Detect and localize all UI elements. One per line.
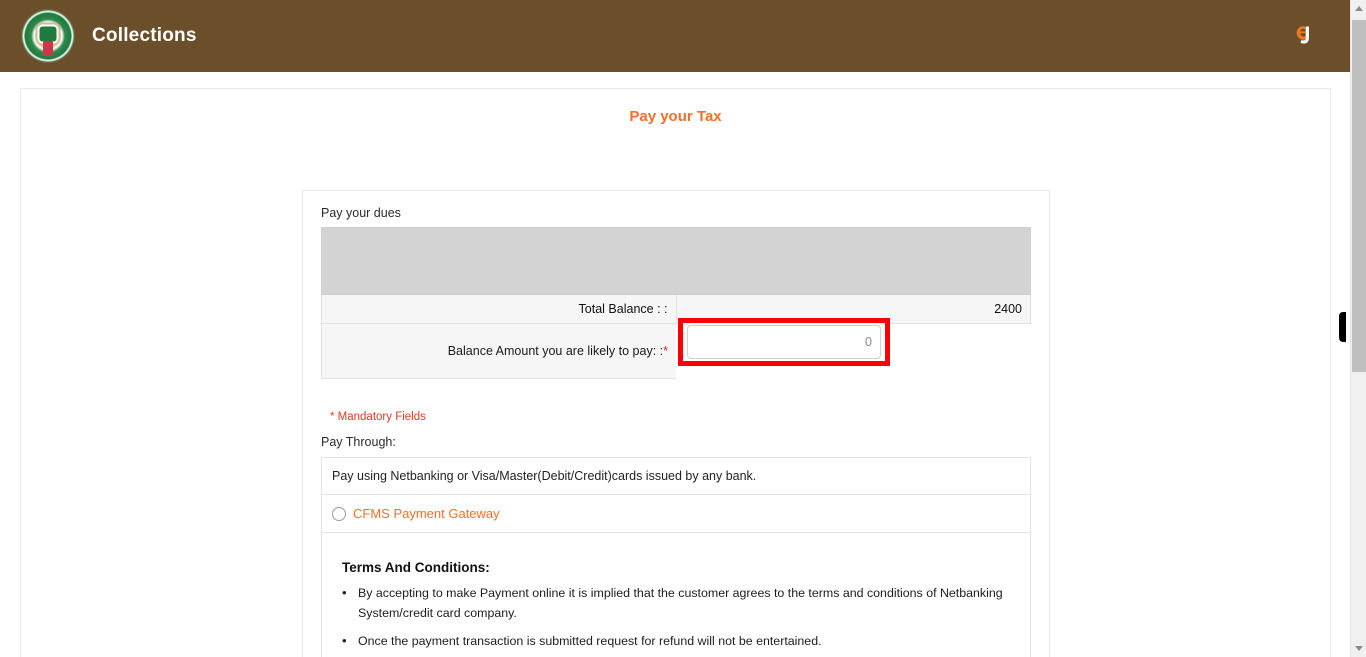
payment-gateway-table: Pay using Netbanking or Visa/Master(Debi… — [321, 457, 1031, 657]
edge-drawer-handle[interactable] — [1339, 312, 1346, 342]
cfms-payment-gateway-option[interactable]: CFMS Payment Gateway — [332, 506, 1020, 521]
mandatory-fields-note: * Mandatory Fields — [330, 411, 426, 423]
terms-row: Terms And Conditions: By accepting to ma… — [322, 533, 1031, 657]
balance-amount-input[interactable] — [687, 325, 881, 359]
andhra-pradesh-government-emblem-icon — [22, 10, 74, 62]
balance-amount-label-text: Balance Amount you are likely to pay: : — [447, 344, 664, 358]
emblem-base-shape — [43, 41, 53, 56]
terms-item: Once the payment transaction is submitte… — [342, 631, 1010, 652]
terms-list: By accepting to make Payment online it i… — [342, 583, 1010, 657]
dues-table: Total Balance : : 2400 Balance Amount yo… — [321, 227, 1031, 379]
pay-your-dues-label: Pay your dues — [321, 206, 401, 220]
app-header: Collections — [0, 0, 1350, 72]
cfms-gateway-label[interactable]: CFMS Payment Gateway — [353, 506, 500, 521]
pay-through-label: Pay Through: — [321, 435, 396, 449]
balance-amount-label: Balance Amount you are likely to pay: :* — [321, 323, 676, 379]
payment-form-panel: Pay your dues Total Balance : : 2400 Bal… — [302, 190, 1050, 657]
page-scrollbar[interactable] — [1350, 0, 1366, 657]
required-asterisk: * — [663, 344, 668, 358]
gateway-description: Pay using Netbanking or Visa/Master(Debi… — [321, 457, 1031, 495]
app-title: Collections — [92, 25, 197, 46]
emblem-inner-shape — [39, 26, 57, 42]
terms-title: Terms And Conditions: — [342, 560, 490, 575]
gateway-option-row[interactable]: CFMS Payment Gateway — [321, 494, 1031, 533]
eg-logo-icon[interactable] — [1290, 20, 1320, 50]
page-title: Pay your Tax — [629, 108, 722, 125]
scrollbar-thumb[interactable] — [1352, 20, 1366, 372]
total-balance-label: Total Balance : : — [321, 294, 676, 324]
balance-amount-highlight-box — [678, 318, 890, 366]
gateway-description-row: Pay using Netbanking or Visa/Master(Debi… — [321, 457, 1031, 495]
dues-blank-row — [321, 227, 1031, 295]
terms-item: By accepting to make Payment online it i… — [342, 583, 1010, 623]
terms-and-conditions-section: Terms And Conditions: By accepting to ma… — [332, 544, 1020, 657]
balance-amount-row: Balance Amount you are likely to pay: :* — [321, 318, 1031, 379]
dues-placeholder-block — [321, 227, 1031, 295]
balance-amount-input-cell — [676, 318, 1031, 379]
page-card: Pay your Tax Pay your dues Total Balance… — [20, 88, 1331, 657]
scroll-down-arrow-icon[interactable] — [1351, 640, 1366, 657]
total-balance-row: Total Balance : : 2400 — [321, 294, 1031, 324]
cfms-gateway-radio[interactable] — [332, 506, 346, 521]
scroll-up-arrow-icon[interactable] — [1351, 0, 1366, 17]
